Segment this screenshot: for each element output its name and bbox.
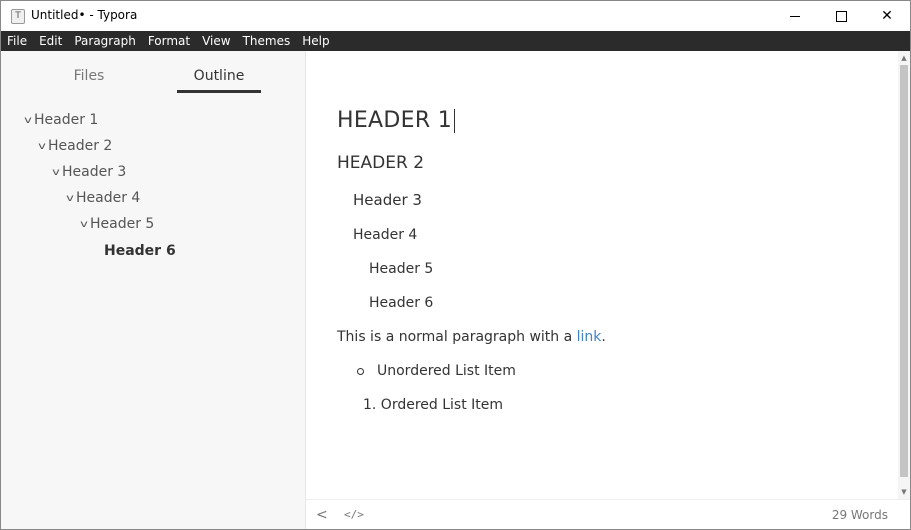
menu-help[interactable]: Help	[296, 31, 335, 51]
typora-app-icon: T	[11, 9, 25, 24]
menu-format[interactable]: Format	[142, 31, 196, 51]
close-button[interactable]: ✕	[864, 1, 910, 31]
outline-item-label: Header 2	[48, 138, 113, 154]
outline-item-label: Header 4	[76, 190, 141, 206]
maximize-button[interactable]	[818, 1, 864, 31]
close-icon: ✕	[881, 8, 893, 24]
chevron-down-icon[interactable]: v	[78, 219, 91, 230]
outline-item-label: Header 5	[90, 216, 155, 232]
scroll-thumb[interactable]	[900, 65, 908, 477]
outline-item-header-6[interactable]: Header 6	[104, 238, 176, 264]
heading-5[interactable]: Header 5	[369, 261, 433, 277]
paragraph[interactable]: This is a normal paragraph with a link.	[337, 329, 606, 345]
text-cursor	[454, 109, 456, 133]
chevron-down-icon[interactable]: v	[64, 193, 77, 204]
chevron-down-icon[interactable]: v	[50, 167, 63, 178]
outline-item-label: Header 3	[62, 164, 127, 180]
menu-paragraph[interactable]: Paragraph	[68, 31, 141, 51]
unordered-list-text: Unordered List Item	[377, 363, 516, 379]
window-title: Untitled• - Typora	[31, 8, 138, 22]
tab-outline[interactable]: Outline	[177, 68, 261, 84]
minimize-button[interactable]	[772, 1, 818, 31]
title-bar[interactable]: T Untitled• - Typora ✕	[1, 1, 910, 31]
heading-4[interactable]: Header 4	[353, 227, 417, 243]
paragraph-period: .	[601, 329, 606, 345]
paragraph-text: This is a normal paragraph with a	[337, 329, 577, 345]
heading-3[interactable]: Header 3	[353, 191, 422, 209]
scroll-up-arrow-icon[interactable]: ▲	[898, 53, 910, 63]
menu-bar: File Edit Paragraph Format View Themes H…	[1, 31, 910, 51]
menu-file[interactable]: File	[1, 31, 33, 51]
outline-item-header-2[interactable]: v Header 2	[37, 133, 112, 159]
outline-item-header-5[interactable]: v Header 5	[79, 211, 154, 237]
unordered-list-item[interactable]: Unordered List Item	[357, 363, 516, 379]
bullet-icon	[357, 367, 364, 375]
tab-files[interactable]: Files	[59, 68, 119, 84]
outline-item-header-1[interactable]: v Header 1	[23, 107, 98, 133]
heading-2[interactable]: HEADER 2	[337, 153, 424, 173]
chevron-down-icon[interactable]: v	[22, 115, 35, 126]
outline-item-header-3[interactable]: v Header 3	[51, 159, 126, 185]
paragraph-link[interactable]: link	[577, 329, 602, 345]
chevron-down-icon[interactable]: v	[36, 141, 49, 152]
heading-1[interactable]: HEADER 1	[337, 108, 456, 133]
maximize-icon	[835, 10, 847, 22]
word-count[interactable]: 29 Words	[832, 508, 888, 522]
ordered-list-item[interactable]: 1. Ordered List Item	[363, 397, 503, 413]
toggle-sidebar-chevron-left-icon[interactable]: <	[316, 507, 328, 523]
scroll-down-arrow-icon[interactable]: ▼	[898, 487, 910, 497]
editor-area[interactable]: HEADER 1 HEADER 2 Header 3 Header 4 Head…	[306, 51, 898, 499]
heading-1-text: HEADER 1	[337, 108, 453, 133]
menu-themes[interactable]: Themes	[237, 31, 297, 51]
sidebar-tabs: Files Outline	[1, 51, 306, 97]
editor-scrollbar[interactable]: ▲ ▼	[898, 51, 910, 499]
heading-6[interactable]: Header 6	[369, 295, 433, 311]
source-code-mode-icon[interactable]: </>	[344, 508, 364, 521]
sidebar: Files Outline v Header 1 v Header 2 v He…	[1, 51, 306, 529]
outline-item-header-4[interactable]: v Header 4	[65, 185, 140, 211]
active-tab-indicator	[177, 90, 261, 93]
outline-item-label: Header 6	[104, 243, 176, 259]
minimize-icon	[790, 15, 800, 17]
menu-edit[interactable]: Edit	[33, 31, 68, 51]
status-bar: < </> 29 Words	[306, 499, 910, 529]
menu-view[interactable]: View	[196, 31, 236, 51]
app-window: T Untitled• - Typora ✕ File Edit Paragra…	[0, 0, 911, 530]
outline-item-label: Header 1	[34, 112, 99, 128]
